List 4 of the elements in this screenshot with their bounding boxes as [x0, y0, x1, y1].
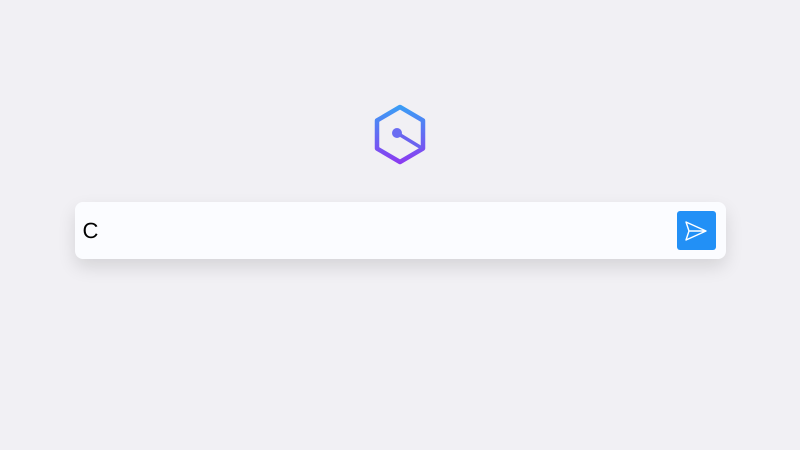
hexagon-logo-icon [372, 104, 428, 166]
paper-plane-icon [684, 220, 708, 242]
search-field[interactable]: C [74, 202, 726, 259]
send-button[interactable] [676, 211, 716, 250]
